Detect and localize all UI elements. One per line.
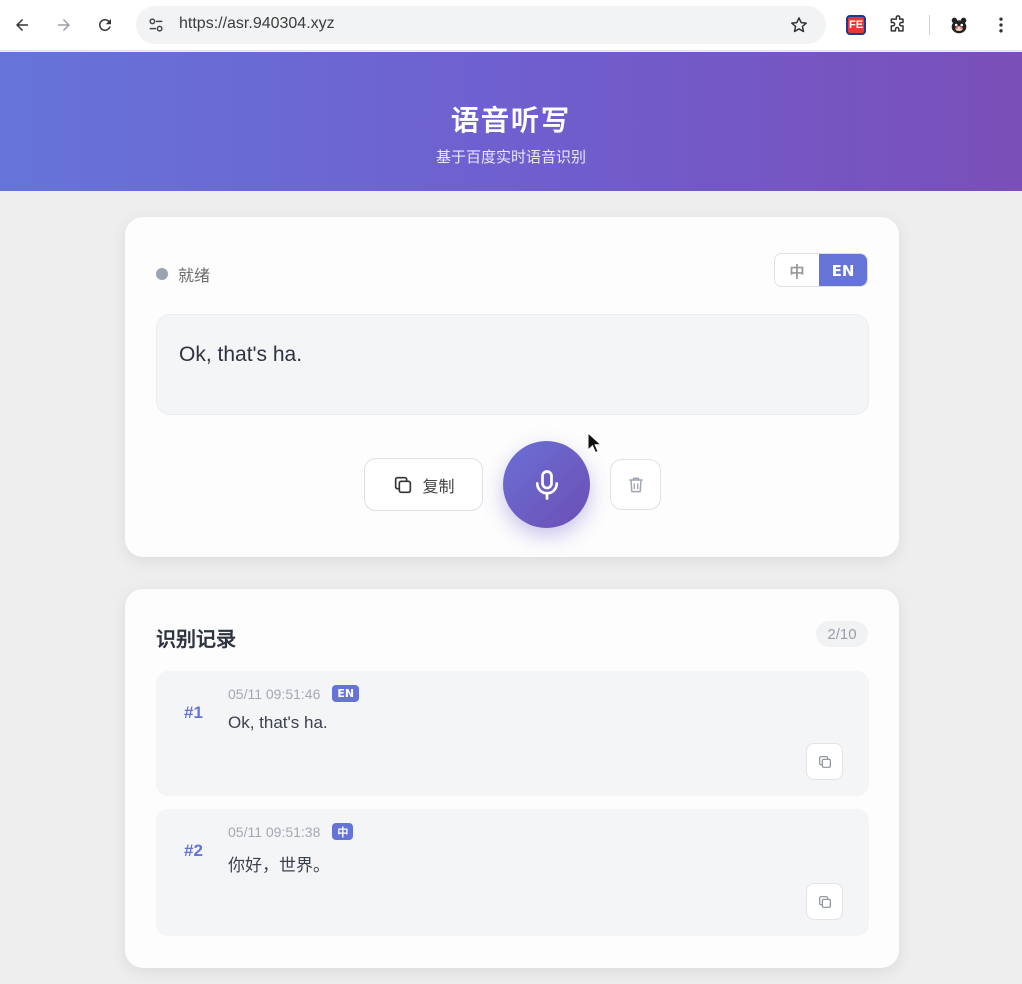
history-title: 识别记录 [156,627,236,651]
forward-button[interactable] [48,9,80,41]
copy-icon [395,476,412,493]
toolbar-divider [929,15,930,35]
transcript-box[interactable]: Ok, that's ha. [156,314,869,415]
page-subtitle: 基于百度实时语音识别 [435,148,586,166]
history-item: #2 05/11 09:51:38 中 你好，世界。 [156,809,869,936]
url-text[interactable]: https://asr.940304.xyz [179,15,335,33]
history-card: 识别记录 2/10 #1 05/11 09:51:46 EN Ok, that'… [125,589,899,968]
copy-icon [818,755,831,768]
copy-icon [818,895,831,908]
recognizer-card: 就绪 中 EN Ok, that's ha. 复制 [125,217,899,557]
reload-button[interactable] [89,9,121,41]
back-button[interactable] [6,9,38,41]
history-item-copy-button[interactable] [806,743,843,780]
history-item-lang-badge: EN [332,685,360,702]
history-item-time: 05/11 09:51:46 [228,685,321,702]
clear-button[interactable] [610,459,661,510]
history-item-meta: 05/11 09:51:38 中 [228,823,354,840]
puzzle-icon[interactable] [885,12,911,38]
copy-button-label: 复制 [422,476,455,496]
status-indicator: 就绪 [156,262,210,286]
arrow-right-icon [58,19,70,31]
status-dot [156,268,168,280]
mouse-cursor-icon [587,432,601,454]
history-item: #1 05/11 09:51:46 EN Ok, that's ha. [156,671,869,796]
copy-button[interactable]: 复制 [364,458,483,511]
lang-option-zh[interactable]: 中 [775,254,819,286]
history-item-lang-badge: 中 [332,823,354,840]
record-button[interactable] [503,441,590,528]
fe-extension-icon[interactable]: FE [843,12,869,38]
bookmark-star-icon[interactable] [788,14,810,36]
site-settings-icon[interactable] [146,15,166,35]
history-item-index: #2 [184,841,203,860]
page-title: 语音听写 [450,104,571,137]
address-bar[interactable]: https://asr.940304.xyz [136,6,826,44]
reload-icon [98,18,111,31]
history-item-text: 你好，世界。 [228,856,330,875]
page-header: 语音听写 基于百度实时语音识别 [0,52,1022,191]
more-menu-icon[interactable] [988,12,1014,38]
microphone-icon [535,469,558,500]
browser-toolbar: https://asr.940304.xyz FE [0,0,1022,51]
avatar-icon[interactable] [946,12,972,38]
status-text: 就绪 [178,266,211,285]
history-item-copy-button[interactable] [806,883,843,920]
trash-icon [628,477,643,492]
history-item-meta: 05/11 09:51:46 EN [228,685,360,702]
history-item-index: #1 [184,703,203,722]
history-count-badge: 2/10 [816,621,868,647]
lang-option-en[interactable]: EN [819,254,867,286]
history-item-text: Ok, that's ha. [228,713,328,732]
arrow-left-icon [16,19,28,31]
history-item-time: 05/11 09:51:38 [228,823,321,840]
language-toggle: 中 EN [774,253,868,287]
